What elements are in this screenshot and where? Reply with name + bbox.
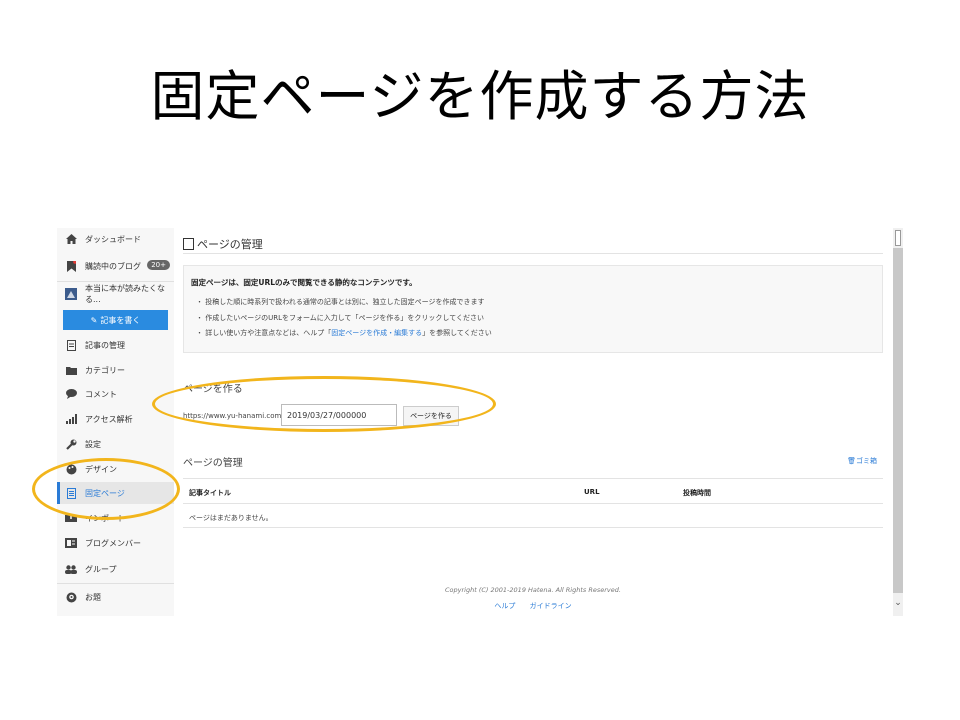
sidebar-item-label: 記事の管理 [85, 340, 125, 350]
sidebar-item-label: グループ [85, 564, 117, 574]
sidebar-item-label: コメント [85, 389, 117, 399]
edit-icon: ✎ [90, 315, 98, 325]
import-icon [65, 512, 77, 524]
sidebar: ダッシュボード 購読中のブログ 20+ 本当に本が読みたくなる... ✎ 記事を… [57, 228, 174, 616]
bookmark-icon [65, 260, 77, 272]
trash-link[interactable]: 🗑ゴミ箱 [847, 456, 877, 466]
slide-title: 固定ページを作成する方法 [150, 65, 810, 128]
topic-icon [65, 591, 77, 603]
sidebar-item-settings[interactable]: 設定 [57, 433, 174, 455]
sidebar-item-label: お題 [85, 592, 101, 602]
count-badge: 20+ [147, 260, 170, 270]
sidebar-item-label: ダッシュボード [85, 234, 141, 244]
sidebar-item-dashboard[interactable]: ダッシュボード [57, 228, 174, 250]
footer-copyright: Copyright (C) 2001-2019 Hatena. All Righ… [445, 586, 621, 594]
page-icon [183, 238, 194, 250]
sidebar-item-import[interactable]: インポート [57, 507, 174, 529]
sidebar-item-fixed-pages[interactable]: 固定ページ [57, 482, 174, 504]
sidebar-item-label: インポート [85, 513, 125, 523]
empty-list-message: ページはまだありません。 [189, 514, 273, 522]
group-icon [65, 563, 77, 575]
scrollbar-thumb[interactable] [895, 230, 901, 246]
wrench-icon [65, 438, 77, 450]
sidebar-item-label: アクセス解析 [85, 414, 133, 424]
sidebar-item-label: ブログメンバー [85, 538, 141, 548]
sidebar-item-comments[interactable]: コメント [57, 383, 174, 405]
chevron-down-icon[interactable]: ⌄ [893, 598, 903, 612]
sidebar-item-design[interactable]: デザイン [57, 458, 174, 480]
sidebar-item-label: 固定ページ [85, 488, 125, 498]
footer-links: ヘルプ ガイドライン [183, 601, 883, 611]
create-page-heading: ページを作る [183, 384, 243, 395]
page-list-heading: ページの管理 [183, 458, 243, 469]
info-title: 固定ページは、固定URLのみで閲覧できる静的なコンテンツです。 [191, 278, 417, 287]
sidebar-item-articles[interactable]: 記事の管理 [57, 334, 174, 356]
write-article-label: 記事を書く [100, 315, 141, 325]
sidebar-item-label: 本当に本が読みたくなる... [85, 284, 165, 304]
sidebar-item-label: 設定 [85, 439, 101, 449]
sidebar-item-members[interactable]: ブログメンバー [57, 532, 174, 554]
footer-guideline-link[interactable]: ガイドライン [530, 602, 572, 610]
sidebar-item-groups[interactable]: グループ [57, 558, 174, 580]
sidebar-item-subscriptions[interactable]: 購読中のブログ 20+ [57, 255, 174, 277]
sidebar-item-label: 購読中のブログ [85, 261, 141, 271]
trash-icon: 🗑 [847, 457, 856, 465]
sidebar-item-analytics[interactable]: アクセス解析 [57, 408, 174, 430]
document-icon [65, 339, 77, 351]
create-page-button[interactable]: ページを作る [403, 406, 459, 426]
column-header-url[interactable]: URL [584, 488, 600, 496]
home-icon [65, 233, 77, 245]
page-title: ページの管理 [183, 236, 263, 252]
column-header-posted[interactable]: 投稿時間 [683, 488, 711, 498]
blog-avatar-icon [65, 288, 77, 300]
sidebar-item-blog[interactable]: 本当に本が読みたくなる... [57, 283, 174, 305]
page-url-input[interactable] [281, 404, 397, 426]
sidebar-item-topics[interactable]: お題 [57, 586, 174, 608]
url-prefix: https://www.yu-hanami.com/ [183, 412, 284, 420]
info-bullet: ・ 詳しい使い方や注意点などは、ヘルプ「固定ページを作成・編集する」を参照してく… [196, 329, 492, 337]
help-link[interactable]: 固定ページを作成・編集する [331, 329, 422, 337]
palette-icon [65, 463, 77, 475]
sidebar-item-categories[interactable]: カテゴリー [57, 359, 174, 381]
page-icon [65, 487, 77, 499]
bar-chart-icon [65, 413, 77, 425]
footer-help-link[interactable]: ヘルプ [494, 602, 515, 610]
column-header-title[interactable]: 記事タイトル [189, 488, 231, 498]
main-content: ページの管理 固定ページは、固定URLのみで閲覧できる静的なコンテンツです。 ・… [183, 228, 883, 616]
member-icon [65, 537, 77, 549]
info-box: 固定ページは、固定URLのみで閲覧できる静的なコンテンツです。 ・ 投稿した順に… [183, 265, 883, 353]
info-bullet: ・ 投稿した順に時系列で扱われる通常の記事とは別に、独立した固定ページを作成でき… [196, 298, 485, 306]
scrollbar-track-fill [893, 248, 903, 593]
screenshot: ダッシュボード 購読中のブログ 20+ 本当に本が読みたくなる... ✎ 記事を… [57, 228, 903, 616]
page-title-text: ページの管理 [197, 238, 263, 251]
folder-icon [65, 364, 77, 376]
info-bullet: ・ 作成したいページのURLをフォームに入力して「ページを作る」をクリックしてく… [196, 314, 485, 322]
sidebar-item-label: デザイン [85, 464, 117, 474]
comment-icon [65, 388, 77, 400]
write-article-button[interactable]: ✎ 記事を書く [63, 310, 168, 330]
sidebar-item-label: カテゴリー [85, 365, 125, 375]
